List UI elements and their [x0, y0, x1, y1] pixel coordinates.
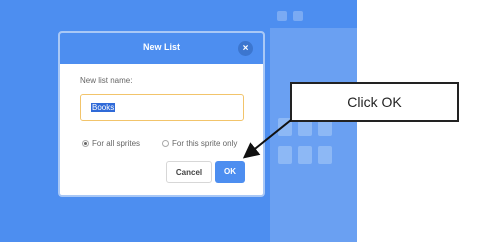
pointer-arrow-icon [242, 119, 292, 159]
